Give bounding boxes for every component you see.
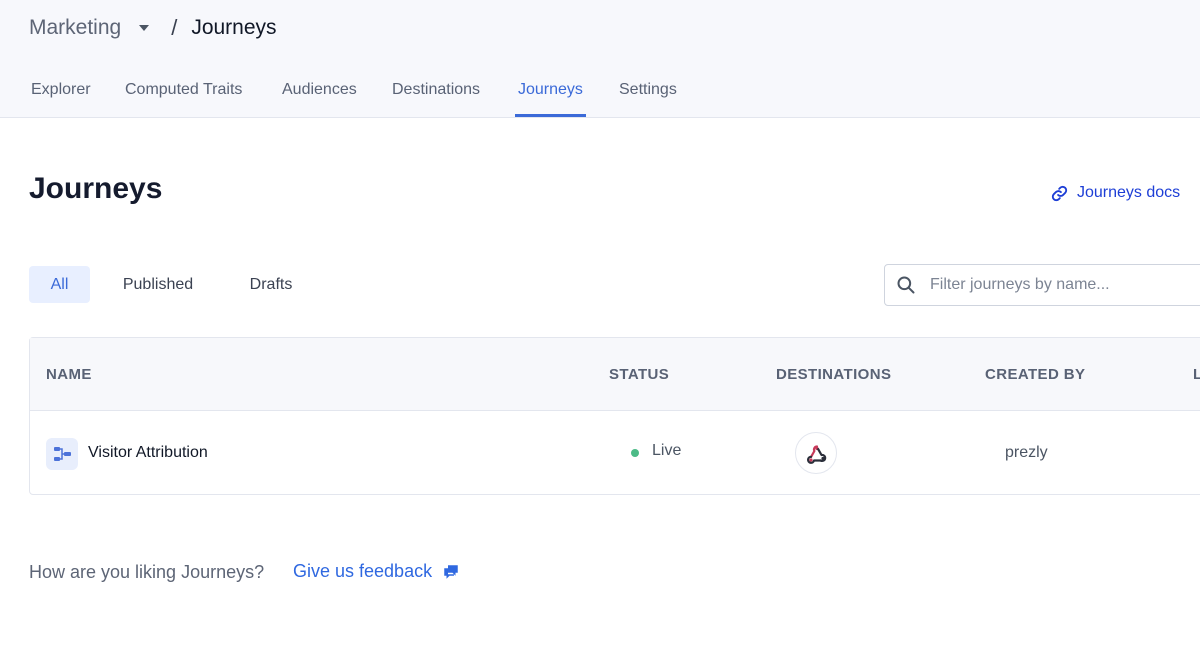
journey-flow-icon [46,438,78,470]
column-header-status[interactable]: STATUS [609,366,669,383]
tab-computed-traits[interactable]: Computed Traits [125,68,242,117]
breadcrumb-workspace[interactable]: Marketing [29,16,121,40]
journeys-table: NAME STATUS DESTINATIONS CREATED BY L Vi… [29,337,1200,495]
filter-all[interactable]: All [29,266,90,303]
column-header-last[interactable]: L [1193,366,1200,383]
feedback-question: How are you liking Journeys? [29,562,265,582]
webhook-icon [795,432,837,474]
search-box[interactable] [884,264,1200,306]
filter-drafts[interactable]: Drafts [236,266,306,303]
status-label: Live [652,442,682,459]
page-title: Journeys [29,172,163,205]
journey-name[interactable]: Visitor Attribution [88,444,208,462]
created-by: prezly [1005,444,1048,461]
link-icon [1051,185,1068,201]
caret-down-icon[interactable] [139,25,150,31]
search-icon [897,276,915,294]
live-status-dot [631,449,639,457]
tab-explorer[interactable]: Explorer [31,68,91,117]
filter-published[interactable]: Published [109,266,207,303]
tab-settings[interactable]: Settings [619,68,677,117]
tab-destinations[interactable]: Destinations [392,68,480,117]
chat-bubbles-icon [444,564,458,579]
tab-audiences[interactable]: Audiences [282,68,357,117]
table-row[interactable]: Visitor Attribution Live prezly [30,412,1200,495]
column-header-name[interactable]: NAME [46,366,92,383]
column-header-created-by[interactable]: CREATED BY [985,366,1085,383]
search-input[interactable] [928,275,1188,295]
breadcrumb-separator: / [171,15,178,40]
table-header: NAME STATUS DESTINATIONS CREATED BY L [30,338,1200,411]
journeys-docs-label: Journeys docs [1077,184,1181,201]
tab-journeys[interactable]: Journeys [515,68,586,117]
column-header-destinations[interactable]: DESTINATIONS [776,366,891,383]
top-header: Marketing / Journeys Explorer Computed T… [0,0,1200,118]
breadcrumb: Marketing / Journeys [29,14,277,42]
give-feedback-label: Give us feedback [293,561,433,581]
journeys-docs-link[interactable]: Journeys docs [1051,184,1180,202]
give-feedback-link[interactable]: Give us feedback [293,561,460,582]
breadcrumb-current: Journeys [191,16,277,39]
